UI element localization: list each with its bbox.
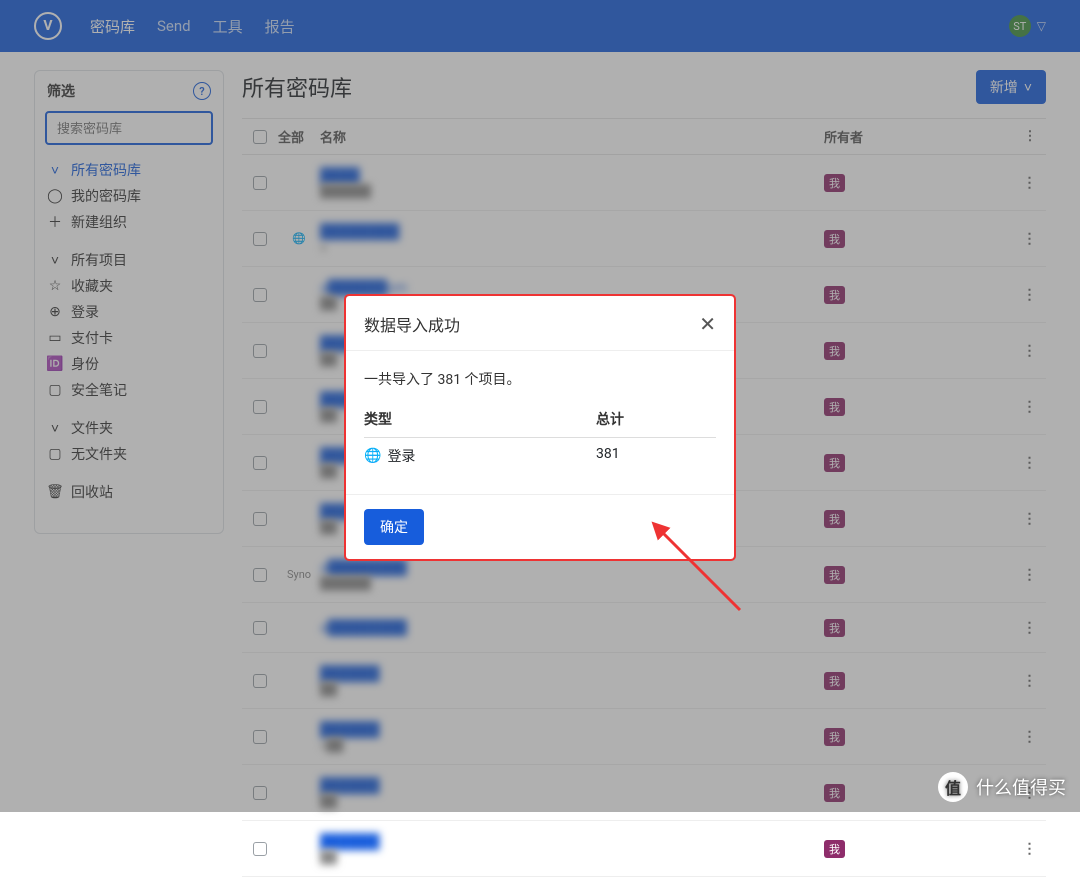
- row-name[interactable]: ████████: [320, 833, 824, 864]
- watermark-badge: 值: [938, 772, 968, 802]
- modal-table-row: 🌐 登录 381: [364, 438, 716, 474]
- modal-title: 数据导入成功: [364, 312, 460, 336]
- modal-table: 类型 总计 🌐 登录 381: [364, 401, 716, 474]
- close-icon[interactable]: ✕: [699, 312, 716, 336]
- modal-col-total: 总计: [596, 409, 716, 429]
- modal-body: 一共导入了 381 个项目。 类型 总计 🌐 登录 381: [346, 350, 734, 494]
- owner-badge: 我: [824, 840, 845, 858]
- modal-footer: 确定: [346, 494, 734, 559]
- modal-col-type: 类型: [364, 409, 596, 429]
- modal-table-header: 类型 总计: [364, 401, 716, 438]
- watermark: 值 什么值得买: [938, 772, 1066, 802]
- row-checkbox[interactable]: [253, 842, 267, 856]
- row-owner: 我: [824, 840, 1014, 858]
- modal-row-type: 登录: [387, 446, 415, 466]
- modal-message: 一共导入了 381 个项目。: [364, 369, 716, 389]
- ok-button[interactable]: 确定: [364, 509, 424, 545]
- globe-icon: 🌐: [364, 448, 381, 464]
- import-success-modal: 数据导入成功 ✕ 一共导入了 381 个项目。 类型 总计 🌐 登录 381 确…: [346, 296, 734, 559]
- table-row[interactable]: ████████我 ⋮: [242, 821, 1046, 877]
- row-menu-icon[interactable]: ⋮: [1014, 841, 1046, 857]
- modal-header: 数据导入成功 ✕: [346, 296, 734, 350]
- watermark-text: 什么值得买: [976, 774, 1066, 800]
- modal-row-total: 381: [596, 446, 716, 466]
